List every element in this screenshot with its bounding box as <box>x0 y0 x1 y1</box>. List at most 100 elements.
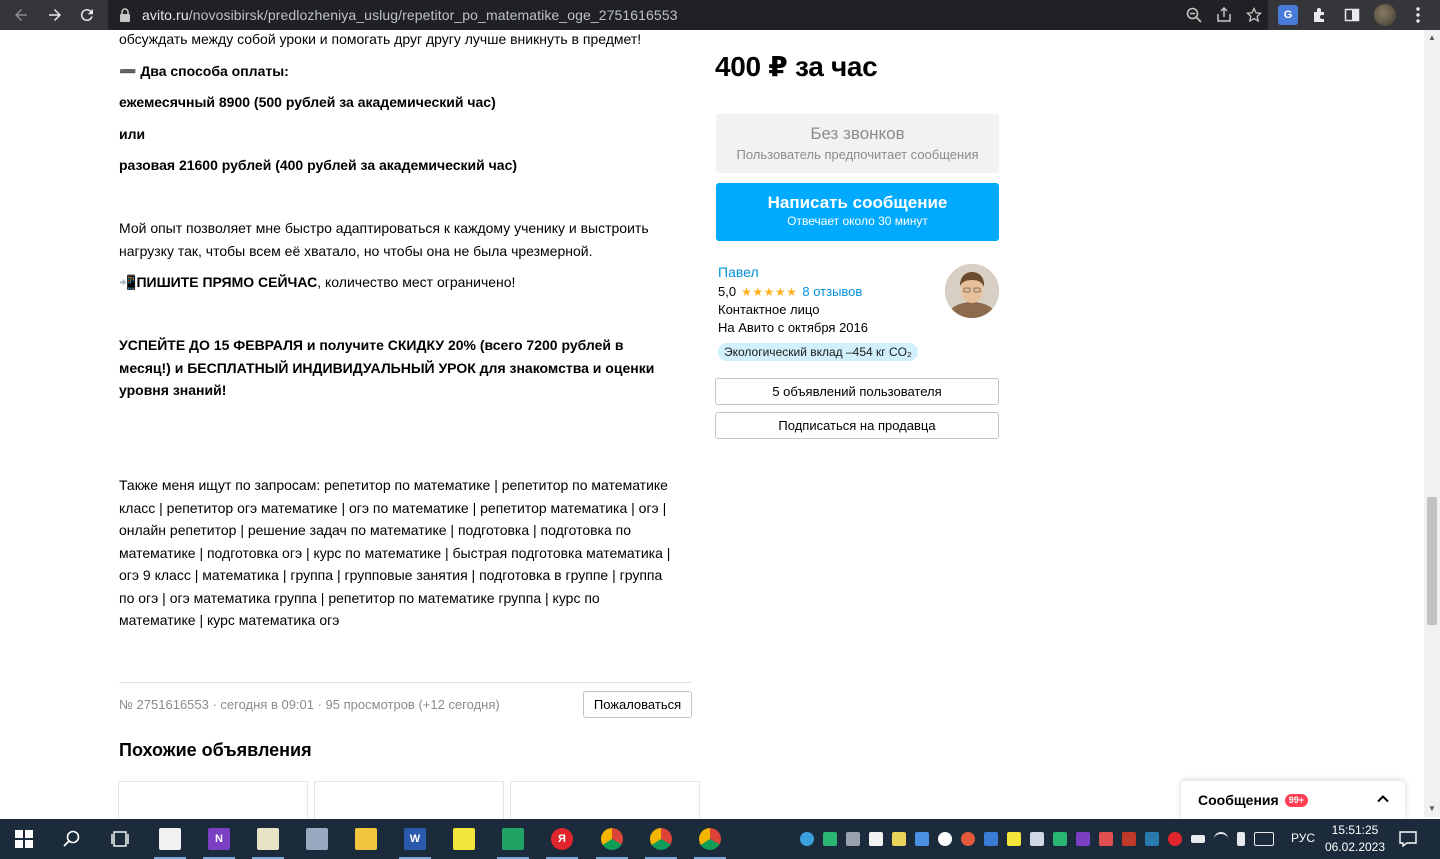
task-view-button[interactable] <box>96 819 144 859</box>
onenote-tray-icon[interactable] <box>1076 832 1090 846</box>
yandex-tray-icon[interactable] <box>1168 832 1182 846</box>
user-ads-button[interactable]: 5 объявлений пользователя <box>715 378 999 405</box>
reload-button[interactable] <box>72 0 102 30</box>
wifi-icon[interactable] <box>1214 832 1228 846</box>
sticky-notes-icon <box>453 828 475 850</box>
scroll-down-arrow-icon[interactable]: ▼ <box>1424 801 1440 817</box>
tray-app-icon[interactable] <box>1145 832 1159 846</box>
cta-text: 📲ПИШИТЕ ПРЯМО СЕЙЧАС, количество мест ог… <box>119 271 515 294</box>
seller-role: Контактное лицо <box>718 302 820 317</box>
messages-widget[interactable]: Сообщения 99+ <box>1181 781 1405 819</box>
translate-extension-icon[interactable]: G <box>1278 5 1298 25</box>
eco-badge[interactable]: Экологический вклад –454 кг CO₂ <box>718 343 918 361</box>
reload-icon <box>80 9 93 22</box>
tray-app-icon[interactable] <box>961 832 975 846</box>
windows-logo-icon <box>15 830 33 848</box>
response-time: Отвечает около 30 минут <box>787 214 928 228</box>
tray-app-icon[interactable] <box>800 832 814 846</box>
yandex-icon: Я <box>551 828 573 850</box>
input-language[interactable]: РУС <box>1291 831 1315 845</box>
taskbar-app-sheets[interactable] <box>489 819 537 859</box>
word-icon: W <box>404 828 426 850</box>
tray-app-icon[interactable] <box>1099 832 1113 846</box>
note-icon[interactable] <box>892 832 906 846</box>
similar-ad-card[interactable] <box>510 781 700 821</box>
keyboard-icon[interactable] <box>1254 832 1274 846</box>
divider <box>119 682 692 683</box>
taskbar-app-chrome-3[interactable] <box>686 819 734 859</box>
side-panel-icon[interactable] <box>1342 5 1362 25</box>
volume-icon[interactable] <box>1237 832 1245 846</box>
messages-count-badge: 99+ <box>1284 793 1308 807</box>
tray-app-icon[interactable] <box>984 832 998 846</box>
seller-name-link[interactable]: Павел <box>718 264 759 280</box>
promo-line: месяц!) и БЕСПЛАТНЫЙ ИНДИВИДУАЛЬНЫЙ УРОК… <box>119 359 655 376</box>
spreadsheet-icon <box>502 828 524 850</box>
no-calls-title: Без звонков <box>810 124 905 143</box>
puzzle-extensions-icon[interactable] <box>1310 5 1330 25</box>
search-keywords: Также меня ищут по запросам: репетитор п… <box>119 474 670 632</box>
notepad-icon <box>159 828 181 850</box>
notifications-button[interactable] <box>1384 819 1432 859</box>
similar-ad-card[interactable] <box>118 781 308 821</box>
write-message-button[interactable]: Написать сообщение Отвечает около 30 мин… <box>716 183 999 241</box>
messages-label: Сообщения <box>1198 792 1279 808</box>
shield-icon[interactable] <box>823 832 837 846</box>
clock-date: 06.02.2023 <box>1324 840 1386 854</box>
scroll-thumb[interactable] <box>1427 497 1437 625</box>
keywords-line: Также меня ищут по запросам: репетитор п… <box>119 477 668 493</box>
taskbar-search-button[interactable] <box>48 819 96 859</box>
scroll-up-arrow-icon[interactable]: ▲ <box>1424 30 1440 46</box>
tray-app-icon[interactable] <box>1122 832 1136 846</box>
payment-or: или <box>119 126 146 142</box>
onenote-icon: N <box>208 828 230 850</box>
url-text: avito.ru/novosibirsk/predlozheniya_uslug… <box>142 7 678 23</box>
screenshot-icon[interactable] <box>915 832 929 846</box>
tray-app-icon[interactable] <box>1030 832 1044 846</box>
payment-heading: ➖ Два способа оплаты: <box>119 63 289 79</box>
chrome-icon <box>650 828 672 850</box>
document-icon[interactable] <box>869 832 883 846</box>
page-scrollbar[interactable]: ▲ ▼ <box>1424 30 1440 817</box>
taskbar-app-explorer[interactable] <box>342 819 390 859</box>
back-button[interactable] <box>6 0 36 30</box>
bookmark-star-icon[interactable] <box>1246 7 1262 23</box>
subscribe-seller-button[interactable]: Подписаться на продавца <box>715 412 999 439</box>
profile-avatar[interactable] <box>1374 4 1396 26</box>
report-button[interactable]: Пожаловаться <box>583 691 692 718</box>
battery-icon[interactable] <box>1191 835 1205 843</box>
taskbar: N W Я РУС 15:51:25 06.02.2023 <box>0 819 1440 859</box>
taskbar-app-chrome-1[interactable] <box>588 819 636 859</box>
similar-ad-card[interactable] <box>314 781 504 821</box>
taskbar-app-word[interactable]: W <box>391 819 439 859</box>
reviews-link[interactable]: 8 отзывов <box>802 284 862 299</box>
menu-kebab-icon[interactable] <box>1408 5 1428 25</box>
tray-app-icon[interactable] <box>1053 832 1067 846</box>
no-calls-subtitle: Пользователь предпочитает сообщения <box>736 147 979 162</box>
chevron-up-icon[interactable] <box>1375 791 1391 807</box>
chart-app-icon <box>257 828 279 850</box>
experience-line: Мой опыт позволяет мне быстро адаптирова… <box>119 220 649 236</box>
keywords-line: математике | подготовка огэ | курс по ма… <box>119 544 671 561</box>
taskbar-app-yandex[interactable]: Я <box>538 819 586 859</box>
monitor-icon[interactable] <box>846 832 860 846</box>
taskbar-app-notepad[interactable] <box>146 819 194 859</box>
start-button[interactable] <box>0 819 48 859</box>
browser-toolbar: avito.ru/novosibirsk/predlozheniya_uslug… <box>0 0 1440 30</box>
tray-app-icon[interactable] <box>1007 832 1021 846</box>
tray-app-icon[interactable] <box>938 832 952 846</box>
taskbar-app-onenote[interactable]: N <box>195 819 243 859</box>
share-icon[interactable] <box>1216 7 1232 23</box>
experience-line: нагрузку так, чтобы всем её хватало, но … <box>119 242 593 259</box>
forward-button[interactable] <box>40 0 70 30</box>
seller-avatar[interactable] <box>945 264 999 318</box>
taskbar-app-sticky[interactable] <box>440 819 488 859</box>
taskbar-app-chart[interactable] <box>244 819 292 859</box>
taskbar-app-chrome-2[interactable] <box>637 819 685 859</box>
taskbar-app-archive[interactable] <box>293 819 341 859</box>
address-bar[interactable]: avito.ru/novosibirsk/predlozheniya_uslug… <box>108 0 1268 30</box>
zoom-icon[interactable] <box>1186 7 1202 23</box>
write-message-label: Написать сообщение <box>767 193 948 212</box>
payment-monthly: ежемесячный 8900 (500 рублей за академич… <box>119 94 496 110</box>
clock[interactable]: 15:51:25 06.02.2023 <box>1320 822 1390 856</box>
